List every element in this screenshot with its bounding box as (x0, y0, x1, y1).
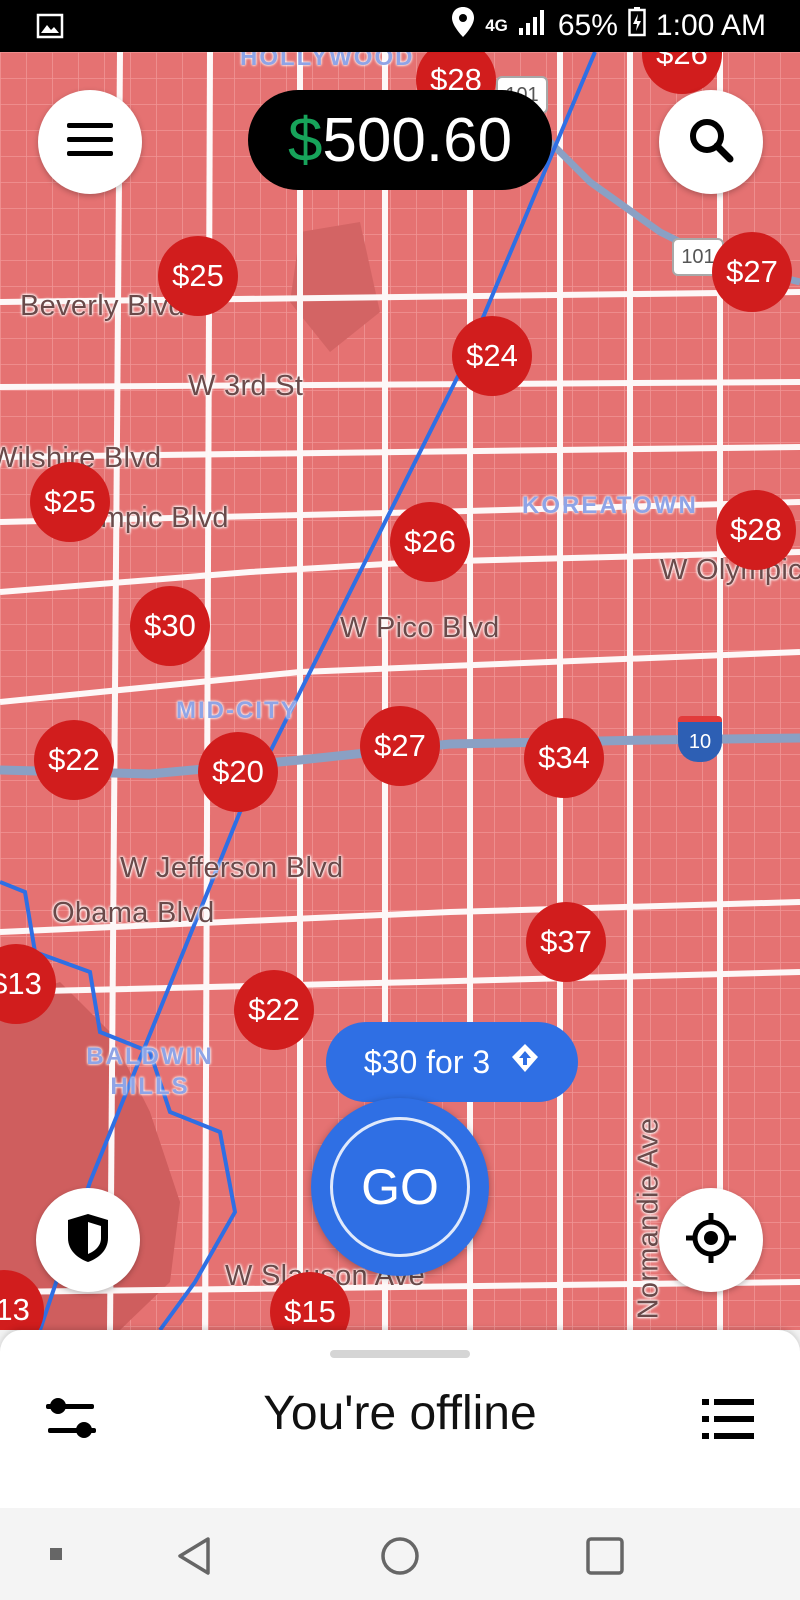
earnings-amount: 500.60 (322, 105, 513, 175)
price-marker[interactable]: $27 (360, 706, 440, 786)
back-icon[interactable] (174, 1536, 214, 1581)
area-label: HOLLYWOOD (240, 52, 415, 71)
price-marker[interactable]: $37 (526, 902, 606, 982)
street-label: Normandie Ave (632, 1117, 665, 1320)
status-bar: 4G 65% 1:00 AM (0, 0, 800, 52)
street-label: W 3rd St (188, 370, 304, 402)
location-icon (451, 6, 475, 46)
overview-icon[interactable] (585, 1536, 625, 1581)
street-label: W Jefferson Blvd (120, 852, 344, 884)
price-marker[interactable]: $22 (234, 970, 314, 1050)
currency-symbol: $ (287, 105, 323, 175)
search-button[interactable] (659, 90, 763, 194)
price-marker[interactable]: $28 (716, 490, 796, 570)
recenter-location-button[interactable] (659, 1188, 763, 1292)
shield-icon (65, 1212, 111, 1269)
hamburger-menu-icon (65, 120, 115, 165)
promo-label: $30 for 3 (363, 1043, 491, 1080)
signal-icon (518, 8, 548, 44)
price-marker[interactable]: $20 (198, 732, 278, 812)
earnings-display[interactable]: $500.60 (248, 90, 552, 190)
price-marker[interactable]: $25 (158, 236, 238, 316)
area-label: BALDWIN HILLS (86, 1043, 214, 1100)
price-marker[interactable]: $26 (390, 502, 470, 582)
crosshair-location-icon (684, 1211, 738, 1270)
go-label: GO (330, 1117, 470, 1257)
area-label: KOREATOWN (522, 492, 698, 519)
price-marker[interactable]: $27 (712, 232, 792, 312)
street-label: Obama Blvd (52, 897, 215, 929)
promo-button[interactable]: $30 for 3 (326, 1022, 578, 1102)
home-icon[interactable] (380, 1536, 420, 1581)
menu-button[interactable] (38, 90, 142, 194)
price-marker[interactable]: $22 (34, 720, 114, 800)
price-marker[interactable]: $34 (524, 718, 604, 798)
street-label: Beverly Blvd (20, 290, 185, 322)
drag-handle[interactable] (330, 1350, 470, 1358)
recents-dot-icon[interactable] (49, 1547, 63, 1566)
system-nav-bar (0, 1508, 800, 1600)
list-icon[interactable] (702, 1396, 756, 1447)
street-label: W Pico Blvd (340, 612, 500, 644)
bottom-sheet[interactable]: You're offline (0, 1330, 800, 1508)
price-marker[interactable]: $30 (130, 586, 210, 666)
network-type: 4G (485, 16, 508, 35)
area-label: MID-CITY (176, 697, 299, 724)
price-marker[interactable]: $25 (30, 462, 110, 542)
safety-button[interactable] (36, 1188, 140, 1292)
promo-arrow-icon (510, 1043, 540, 1081)
search-icon (686, 115, 736, 170)
gallery-notification-icon (36, 12, 64, 45)
price-marker[interactable]: $24 (452, 316, 532, 396)
status-title: You're offline (263, 1387, 537, 1440)
battery-percent: 65% (557, 9, 618, 42)
battery-charging-icon (628, 7, 646, 45)
go-online-button[interactable]: GO (311, 1098, 489, 1276)
clock: 1:00 AM (655, 9, 766, 42)
interstate-shield: 10 (678, 716, 722, 762)
